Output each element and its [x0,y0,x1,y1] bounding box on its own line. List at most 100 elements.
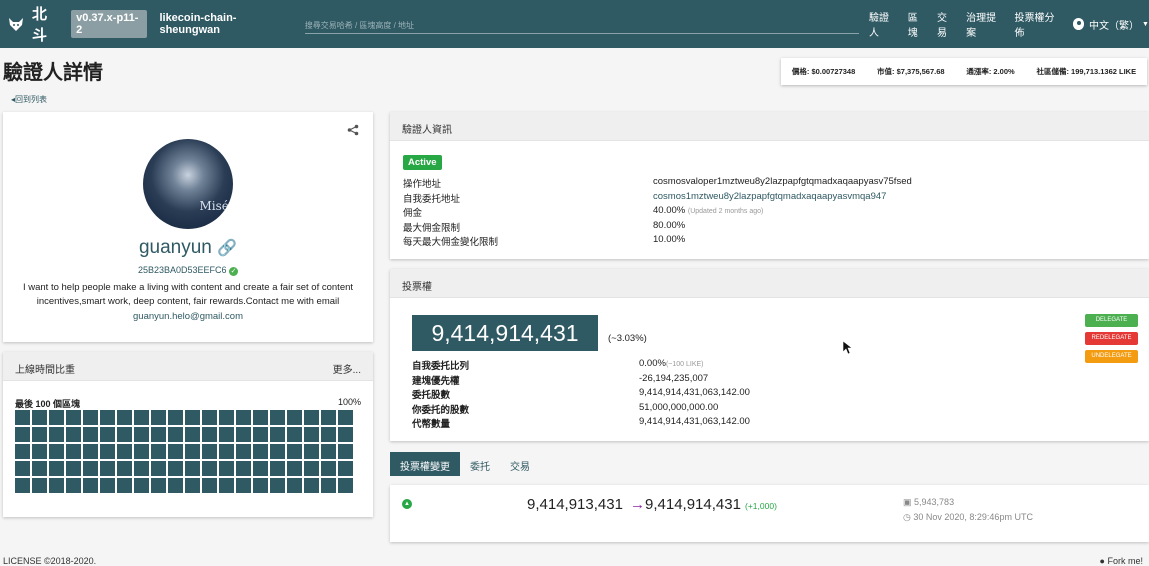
uptime-block [202,427,217,442]
validator-profile-card: Misérables guanyun 🔗 25B23BA0D53EEFC6 ✓ … [3,112,373,342]
commission-value: 40.00% [653,205,686,216]
vp-value: 9,414,914,431,063,142.00 [639,387,750,398]
voting-power-header: 投票權 [390,269,1149,298]
uptime-block [168,427,183,442]
uptime-block [321,410,336,425]
vp-row-proposer-priority: 建塊優先權 -26,194,235,007 [412,373,912,388]
uptime-block [168,461,183,476]
nav-blocks[interactable]: 區塊 [908,9,927,39]
avatar-caption: Misérables [199,199,233,213]
tab-delegations[interactable]: 委托 [460,452,500,476]
market-stats: 價格: $0.00727348 市值: $7,375,567.68 通漲率: 2… [781,58,1147,85]
uptime-block [202,478,217,493]
uptime-block [83,461,98,476]
uptime-block [304,478,319,493]
uptime-block [134,461,149,476]
footer-fork[interactable]: ● Fork me! [1100,556,1143,566]
status-badge: Active [403,155,442,170]
info-row-self-delegate: 自我委托地址 cosmos1mztweu8y2lazpapfgtqmadxaqa… [403,191,1143,206]
uptime-block [185,410,200,425]
info-key: 操作地址 [403,179,442,190]
voting-power-title: 投票權 [402,282,432,293]
power-from: 9,414,913,431 [527,496,623,513]
link-icon[interactable]: 🔗 [217,240,237,257]
uptime-blocks-grid [15,410,353,493]
uptime-block [304,444,319,459]
uptime-block [202,444,217,459]
uptime-block [151,444,166,459]
search-input[interactable]: 搜尋交易哈希 / 區塊高度 / 地址 [304,14,859,34]
nav-links: 驗證人 區塊 交易 治理提案 投票權分佈 [869,9,1073,39]
vp-key: 自我委托比列 [412,361,470,372]
uptime-more-link[interactable]: 更多... [333,361,361,376]
uptime-block [66,444,81,459]
detail-tabs: 投票權變更 委托 交易 [390,452,540,476]
uptime-block [117,427,132,442]
uptime-card: 上線時間比重 更多... 最後 100 個區塊 100% [3,352,373,517]
nav-transactions[interactable]: 交易 [937,9,956,39]
uptime-block [338,427,353,442]
redelegate-button[interactable]: REDELEGATE [1085,332,1138,345]
footer-license[interactable]: LICENSE ©2018-2020. [3,556,96,566]
uptime-block [117,444,132,459]
info-value: 80.00% [653,219,686,231]
uptime-block [338,444,353,459]
uptime-block [168,478,183,493]
info-key: 自我委托地址 [403,193,461,205]
uptime-block [117,478,132,493]
validator-email-link[interactable]: guanyun.helo@gmail.com [3,311,373,322]
nav-proposals[interactable]: 治理提案 [966,9,1004,39]
wolf-logo-icon[interactable] [8,16,24,32]
uptime-block [32,427,47,442]
uptime-block [134,478,149,493]
height-value: 5,943,783 [914,497,955,507]
vp-row-delegator-shares: 委托股數 9,414,914,431,063,142.00 [412,387,912,402]
uptime-block [151,461,166,476]
uptime-block [236,444,251,459]
uptime-block [236,478,251,493]
uptime-block [49,478,64,493]
tab-transactions[interactable]: 交易 [500,452,540,476]
uptime-block [134,444,149,459]
uptime-block [117,461,132,476]
vp-row-self-ratio: 自我委托比列 0.00%(~100 LIKE) [412,358,912,373]
uptime-block [83,410,98,425]
uptime-block [287,410,302,425]
validator-operator-short: 25B23BA0D53EEFC6 ✓ [3,265,373,276]
tab-power-changes[interactable]: 投票權變更 [390,452,460,476]
uptime-block [270,444,285,459]
uptime-block [253,478,268,493]
uptime-block [66,410,81,425]
uptime-block [100,478,115,493]
uptime-block [321,444,336,459]
undelegate-button[interactable]: UNDELEGATE [1085,350,1138,363]
event-block-height[interactable]: ▣ 5,943,783 [903,497,954,508]
uptime-block [321,461,336,476]
back-link[interactable]: ◂回到列表 [11,94,47,105]
uptime-block [304,427,319,442]
uptime-block [287,444,302,459]
time-value: 30 Nov 2020, 8:29:46pm UTC [913,512,1033,522]
nav-validators[interactable]: 驗證人 [869,9,898,39]
uptime-block [253,461,268,476]
commission-updated-note: (Updated 2 months ago) [687,208,764,215]
delegate-button[interactable]: DELEGATE [1085,314,1138,327]
share-icon[interactable] [347,124,359,136]
self-delegate-address-link[interactable]: cosmos1mztweu8y2lazpapfgtqmadxaqaapyasvm… [653,191,886,206]
brand-name[interactable]: 北斗 [32,3,61,45]
nav-voting-power[interactable]: 投票權分佈 [1015,9,1063,39]
info-key: 最大佣金限制 [403,222,461,234]
validator-moniker[interactable]: guanyun 🔗 [3,237,373,259]
language-selector[interactable]: 中文（繁） ▼ [1072,17,1149,32]
version-badge: v0.37.x-p11-2 [71,10,148,38]
caret-down-icon: ▼ [1142,20,1149,28]
uptime-block [236,427,251,442]
account-icon[interactable] [1072,18,1085,30]
uptime-block [32,444,47,459]
uptime-percent: 100% [337,397,361,407]
uptime-block [185,444,200,459]
uptime-block [15,478,30,493]
uptime-block [236,410,251,425]
uptime-block [219,427,234,442]
vp-key: 你委托的股數 [412,404,470,416]
